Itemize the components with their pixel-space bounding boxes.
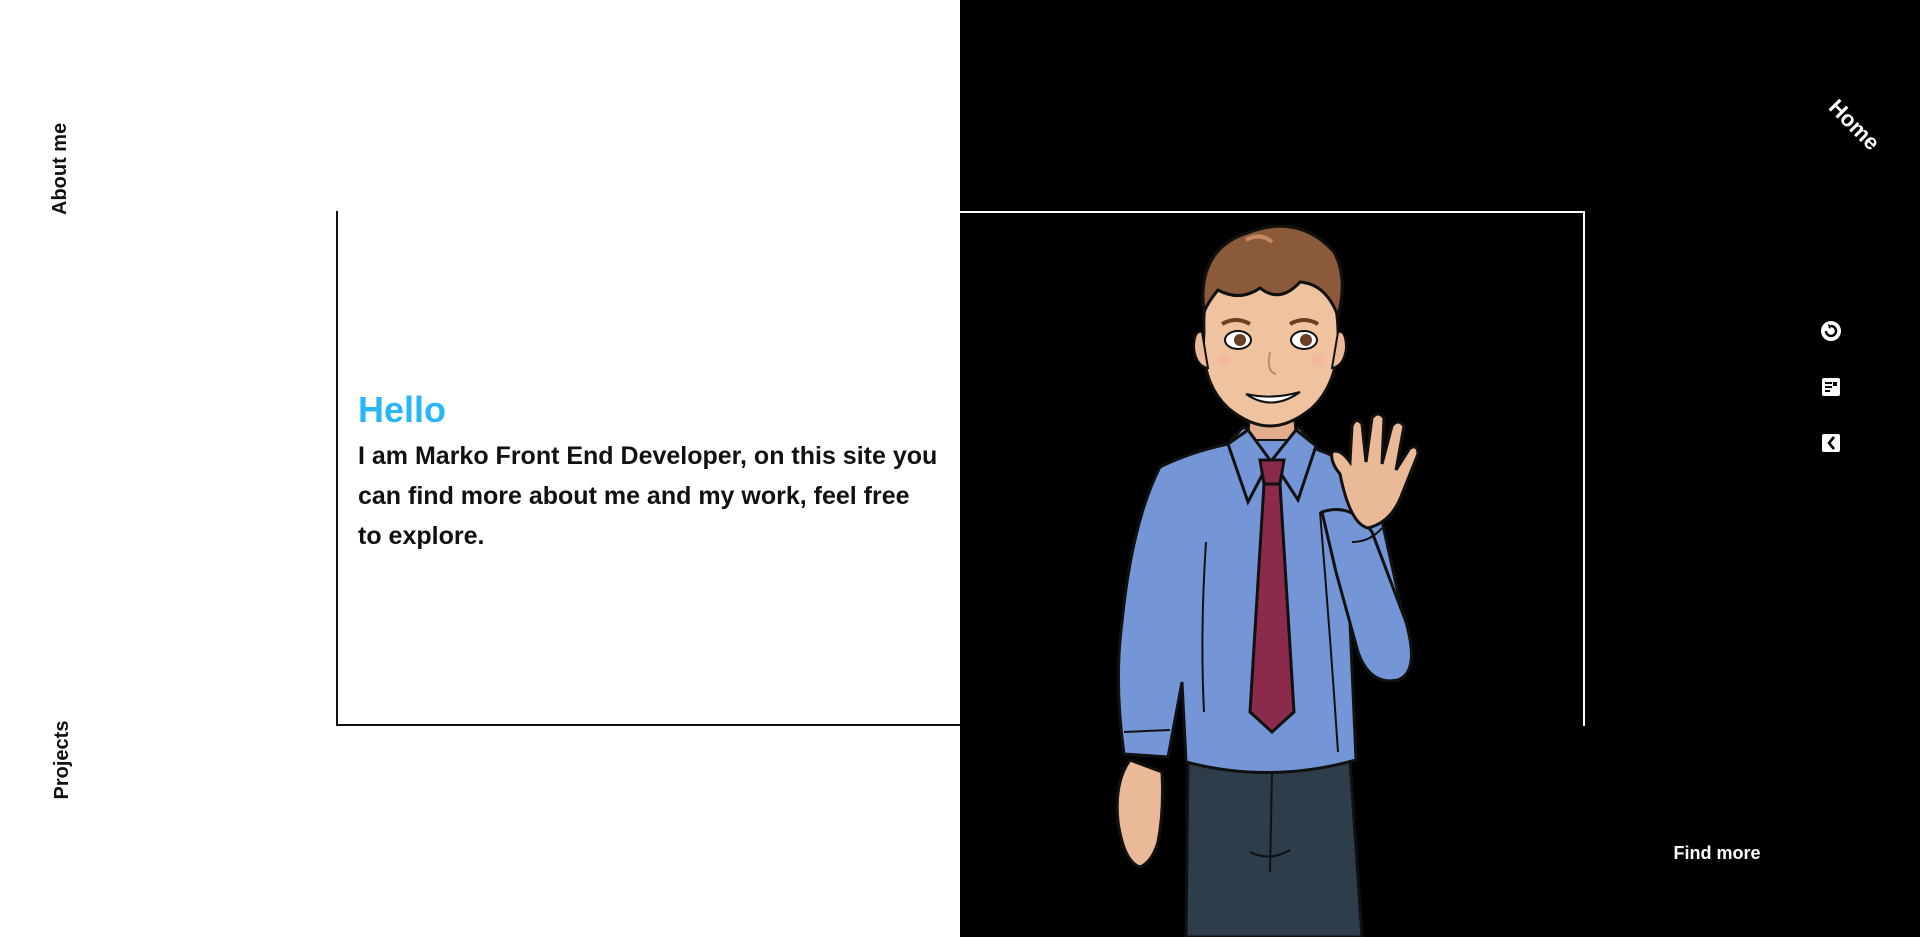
codepen-icon[interactable] (1818, 430, 1844, 456)
find-more-link[interactable]: Find more (1660, 843, 1774, 869)
avatar-illustration (1100, 212, 1450, 937)
intro-card: Hello I am Marko Front End Developer, on… (358, 388, 938, 556)
refresh-circle-icon[interactable] (1818, 318, 1844, 344)
greeting-heading: Hello (358, 389, 447, 430)
blog-icon[interactable] (1818, 374, 1844, 400)
intro-text: I am Marko Front End Developer, on this … (358, 442, 938, 550)
nav-projects[interactable]: Projects (51, 716, 77, 804)
nav-about-me[interactable]: About me (49, 123, 75, 215)
